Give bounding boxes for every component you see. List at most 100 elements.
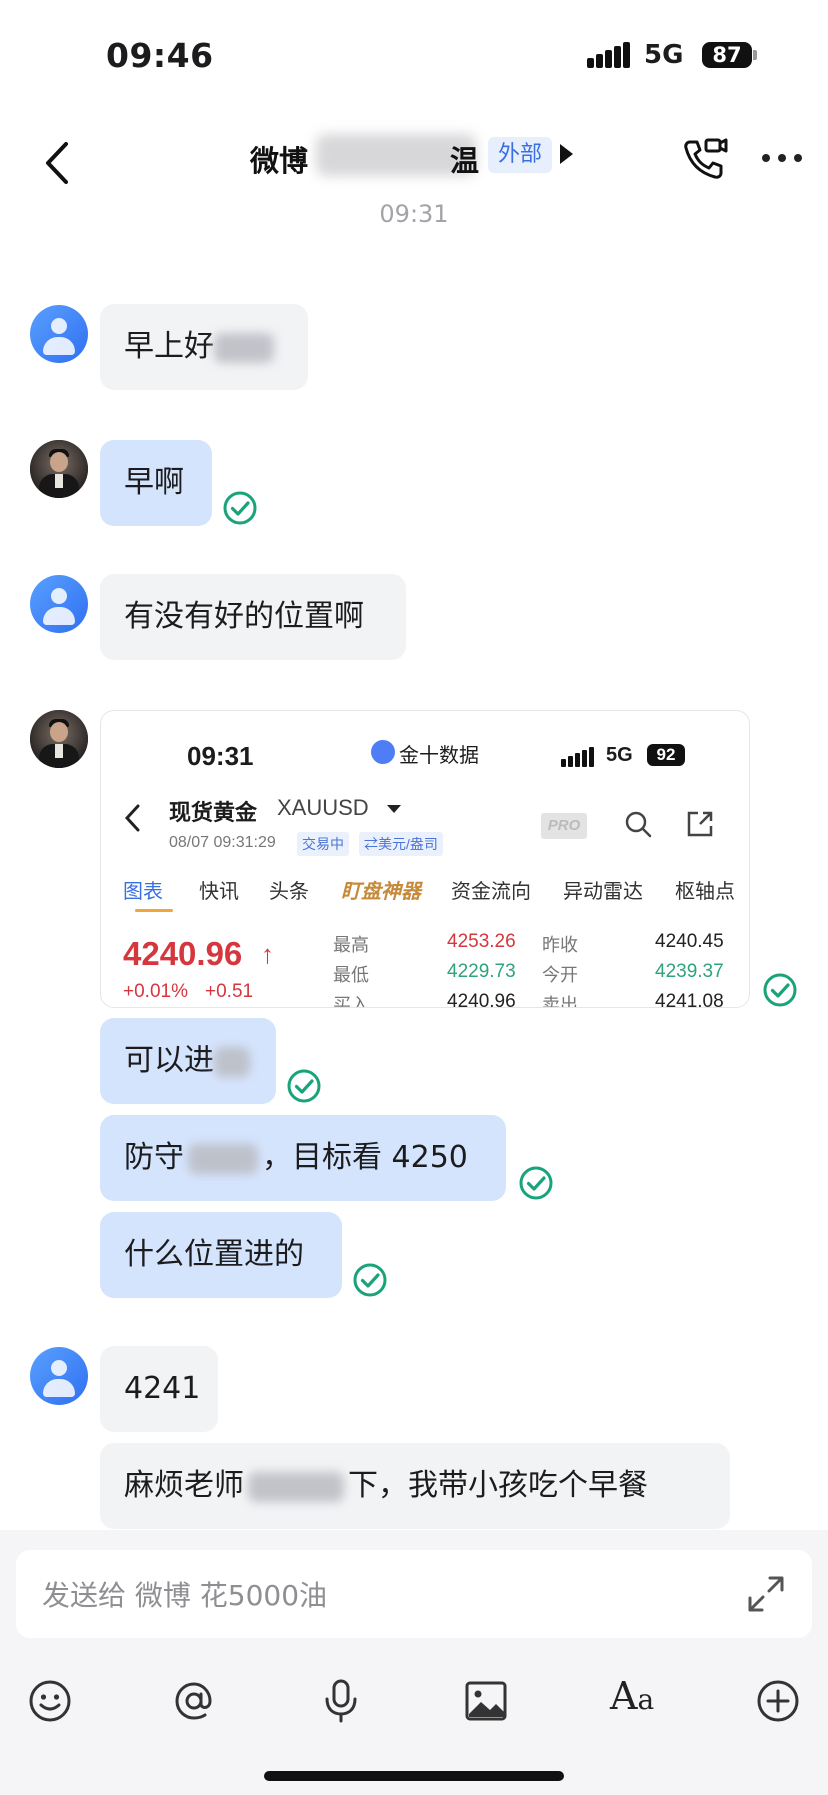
stat-value: 4239.37 (655, 961, 724, 982)
stat-label: 昨收 (542, 935, 578, 955)
message-bubble-outgoing[interactable]: 早啊 (100, 440, 212, 526)
image-tab: 资金流向 (451, 881, 531, 903)
redacted-text (214, 332, 274, 363)
more-icon[interactable] (758, 146, 806, 170)
image-back-icon (123, 803, 141, 833)
message-bubble-incoming[interactable]: 麻烦老师 下，我带小孩吃个早餐 (100, 1443, 730, 1529)
message-text: 有没有好的位置啊 (124, 599, 364, 634)
signal-icon (587, 42, 631, 68)
status-time: 09:46 (106, 36, 214, 75)
message-bubble-incoming[interactable]: 4241 (100, 1346, 218, 1432)
stat-label: 买入 (333, 995, 369, 1008)
stat-value: 4253.26 (447, 931, 516, 952)
chat-title[interactable]: 微博 (250, 138, 308, 180)
image-tab: 异动雷达 (563, 881, 643, 903)
currency-unit: ⇄美元/盎司 (359, 832, 443, 856)
read-receipt-icon (762, 972, 798, 1008)
message-input[interactable]: 发送给 微博 花5000油 (16, 1550, 812, 1638)
dropdown-icon (387, 805, 401, 813)
network-type: 5G (644, 40, 684, 70)
image-status-time: 09:31 (187, 741, 254, 771)
stat-value: 4240.96 (447, 991, 516, 1008)
image-tab: 头条 (269, 881, 309, 903)
message-bubble-incoming[interactable]: 有没有好的位置啊 (100, 574, 406, 660)
message-bubble-outgoing[interactable]: 防守 ，目标看 4250 (100, 1115, 506, 1201)
my-avatar[interactable] (30, 710, 88, 768)
app-logo-icon (371, 740, 395, 764)
expand-icon[interactable] (746, 1574, 786, 1614)
message-bubble-outgoing[interactable]: 可以进 (100, 1018, 276, 1104)
emoji-icon[interactable] (27, 1678, 73, 1724)
read-receipt-icon (518, 1165, 554, 1201)
home-indicator[interactable] (264, 1771, 564, 1781)
image-share-icon (685, 809, 715, 839)
message-text: 位置进的 (184, 1237, 304, 1272)
microphone-icon[interactable] (318, 1678, 364, 1724)
video-call-icon[interactable] (682, 136, 728, 182)
message-bubble-incoming[interactable]: 早上好 (100, 304, 308, 390)
stat-label: 最低 (333, 965, 369, 985)
battery-tip (753, 50, 757, 60)
contact-avatar[interactable] (30, 305, 88, 363)
message-text: 早啊 (124, 465, 184, 500)
redacted-text (248, 1471, 344, 1502)
change-absolute: +0.51 (205, 981, 254, 1002)
shared-screenshot[interactable]: 09:31 金十数据 5G 92 现货黄金 XAUUSD 08/07 09:31… (100, 710, 750, 1008)
image-battery: 92 (647, 744, 685, 766)
mention-icon[interactable] (171, 1678, 217, 1724)
symbol-code: XAUUSD (277, 795, 369, 820)
font-icon[interactable]: Aa (610, 1674, 654, 1718)
message-bubble-outgoing[interactable]: 什么位置进的 (100, 1212, 342, 1298)
read-receipt-icon (222, 490, 258, 526)
contact-name-tail: 温 (450, 144, 480, 178)
image-tab: 枢轴点 (675, 881, 735, 903)
contact-name-prefix: 微博 (250, 144, 309, 178)
input-placeholder: 发送给 微博 花5000油 (42, 1579, 328, 1612)
battery-icon: 87 (702, 42, 752, 68)
message-text: 麻烦老师 (124, 1468, 244, 1503)
composer: 发送给 微博 花5000油 Aa (0, 1530, 828, 1795)
contact-avatar[interactable] (30, 1347, 88, 1405)
image-tab: 图表 (123, 881, 163, 903)
pro-badge: PRO (541, 813, 587, 839)
image-signal-icon (561, 747, 595, 767)
stat-value: 4229.73 (447, 961, 516, 982)
message-text: 4241 (124, 1371, 201, 1406)
image-tab: 快讯 (199, 881, 239, 903)
back-icon[interactable] (38, 138, 78, 188)
external-badge: 外部 (488, 137, 553, 173)
add-icon[interactable] (755, 1678, 801, 1724)
quote-datetime: 08/07 09:31:29 (169, 834, 276, 851)
image-search-icon (623, 809, 653, 839)
read-receipt-icon (352, 1262, 388, 1298)
image-tab: 盯盘神器 (341, 881, 421, 903)
status-bar: 09:46 5G 87 (0, 0, 828, 110)
current-price: 4240.96 (123, 935, 243, 972)
stat-value: 4241.08 (655, 991, 724, 1008)
image-network: 5G (606, 744, 633, 766)
caret-right-icon[interactable] (560, 144, 573, 164)
message-text: 防守 (124, 1140, 184, 1175)
stat-label: 卖出 (542, 995, 578, 1008)
message-text: 可以进 (124, 1043, 214, 1078)
stat-label: 最高 (333, 935, 369, 955)
message-text: ，目标看 4250 (262, 1140, 468, 1175)
trading-status: 交易中 (297, 832, 349, 856)
symbol-name: 现货黄金 (169, 800, 258, 825)
stat-label: 今开 (542, 965, 578, 985)
active-tab-indicator (135, 909, 173, 912)
price-up-arrow-icon: ↑ (261, 939, 274, 969)
read-receipt-icon (286, 1068, 322, 1104)
message-text: 什么 (124, 1237, 184, 1272)
chat-timestamp: 09:31 (379, 200, 449, 228)
message-text: 下，我带小孩吃个早餐 (348, 1468, 648, 1503)
image-app-name: 金十数据 (399, 745, 479, 767)
redacted-text (188, 1143, 258, 1174)
change-percent: +0.01% (123, 981, 188, 1002)
message-text: 早上好 (124, 329, 214, 364)
stat-value: 4240.45 (655, 931, 724, 952)
my-avatar[interactable] (30, 440, 88, 498)
image-icon[interactable] (463, 1678, 509, 1724)
redacted-text (214, 1046, 250, 1077)
contact-avatar[interactable] (30, 575, 88, 633)
